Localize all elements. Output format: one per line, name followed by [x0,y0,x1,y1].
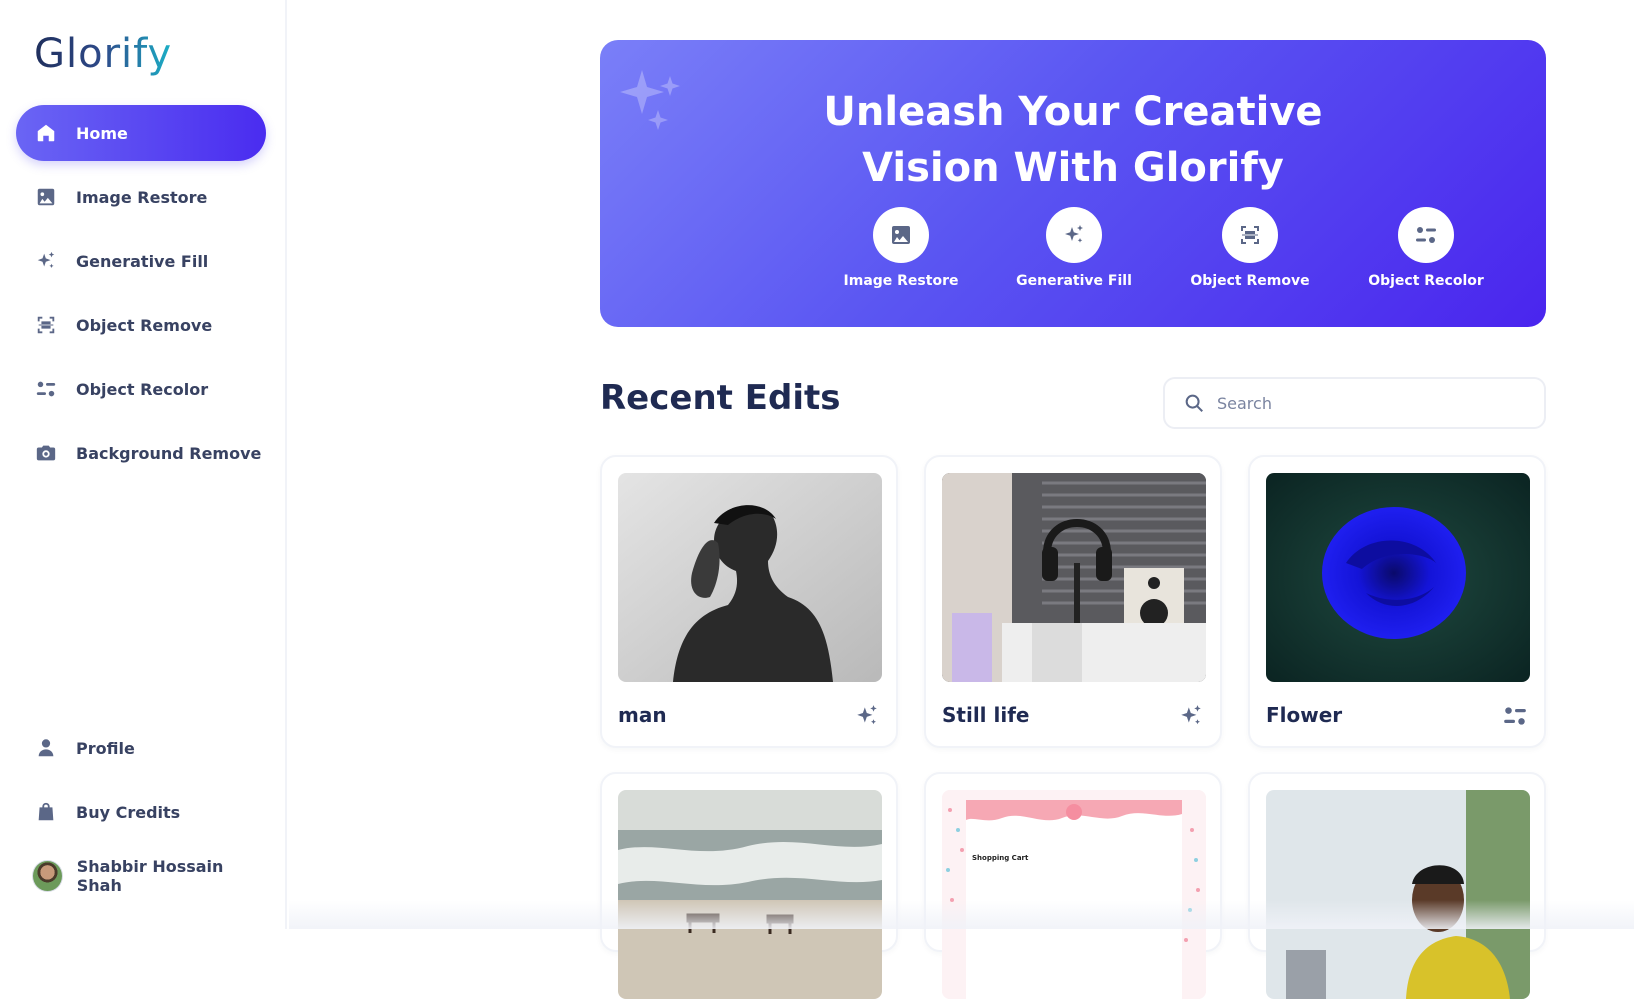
recent-edit-card[interactable]: Still life [924,455,1222,748]
logo-text: Glorify [34,31,173,77]
hero-tool-image-restore[interactable]: Image Restore [826,207,976,289]
home-icon [34,121,58,145]
card-thumbnail [618,790,882,999]
hero-tool-object-remove[interactable]: Object Remove [1175,207,1325,289]
user-name: Shabbir Hossain Shah [76,857,224,895]
user-profile-row[interactable]: Shabbir Hossain Shah [16,848,266,904]
sidebar-item-image-restore[interactable]: Image Restore [16,169,266,225]
sidebar-item-buy-credits[interactable]: Buy Credits [16,784,266,840]
filter-icon [34,377,58,401]
hero-title-line-1: Unleash Your Creative [823,89,1323,135]
card-thumbnail [618,473,882,682]
bag-icon [34,800,58,824]
sidebar-item-label: Profile [76,738,135,758]
hero-title: Unleash Your Creative Vision With Glorif… [600,84,1546,196]
scan-icon [1222,207,1278,263]
hero-tool-label: Generative Fill [1016,273,1132,289]
search-input[interactable] [1217,393,1517,413]
filter-icon [1502,703,1528,729]
sparkles-icon [34,249,58,273]
sidebar-item-profile[interactable]: Profile [16,720,266,776]
recent-edits-title: Recent Edits [600,378,841,418]
sparkles-icon [1178,703,1204,729]
sidebar-item-label: Object Remove [76,315,213,335]
sidebar-item-home[interactable]: Home [16,105,266,161]
card-title: Still life [942,703,1030,727]
card-title: Flower [1266,703,1343,727]
avatar [32,860,63,892]
filter-icon [1398,207,1454,263]
hero-tools: Image Restore Generative Fill Object Rem… [600,207,1546,297]
card-thumbnail [1266,790,1530,999]
card-title: man [618,703,667,727]
scan-icon [34,313,58,337]
sidebar-item-label: Buy Credits [76,802,181,822]
sidebar-nav: Home Image Restore Generative Fill Objec… [16,105,266,489]
sidebar-item-label: Generative Fill [76,251,209,271]
sidebar-item-label: Object Recolor [76,379,209,399]
card-thumbnail [1266,473,1530,682]
hero-tool-label: Object Remove [1190,273,1310,289]
user-icon [34,736,58,760]
image-icon [34,185,58,209]
search-box[interactable] [1163,377,1546,429]
sidebar-item-label: Background Remove [76,443,262,463]
thumbnail-shopping-cart-label: Shopping Cart [972,854,1029,862]
hero-banner: Unleash Your Creative Vision With Glorif… [600,40,1546,327]
sidebar-item-label: Image Restore [76,187,208,207]
sidebar-item-background-remove[interactable]: Background Remove [16,425,266,481]
hero-tool-generative-fill[interactable]: Generative Fill [999,207,1149,289]
sidebar-item-label: Home [76,123,128,143]
scroll-fade [289,900,1634,929]
recent-edit-card[interactable]: Flower [1248,455,1546,748]
sparkles-icon [854,703,880,729]
image-icon [873,207,929,263]
hero-tool-label: Image Restore [843,273,959,289]
hero-tool-object-recolor[interactable]: Object Recolor [1351,207,1501,289]
recent-edit-card[interactable]: man [600,455,898,748]
logo[interactable]: Glorify [34,28,172,80]
sidebar-bottom-nav: Profile Buy Credits Shabbir Hossain Shah [16,720,266,904]
sidebar-item-generative-fill[interactable]: Generative Fill [16,233,266,289]
card-thumbnail: Shopping Cart [942,790,1206,999]
sidebar-item-object-recolor[interactable]: Object Recolor [16,361,266,417]
camera-icon [34,441,58,465]
card-thumbnail [942,473,1206,682]
search-icon [1185,394,1203,412]
hero-title-line-2: Vision With Glorify [862,145,1284,191]
hero-tool-label: Object Recolor [1368,273,1484,289]
sidebar-item-object-remove[interactable]: Object Remove [16,297,266,353]
sparkles-icon [1046,207,1102,263]
sidebar: Glorify Home Image Restore Generative Fi… [0,0,287,929]
